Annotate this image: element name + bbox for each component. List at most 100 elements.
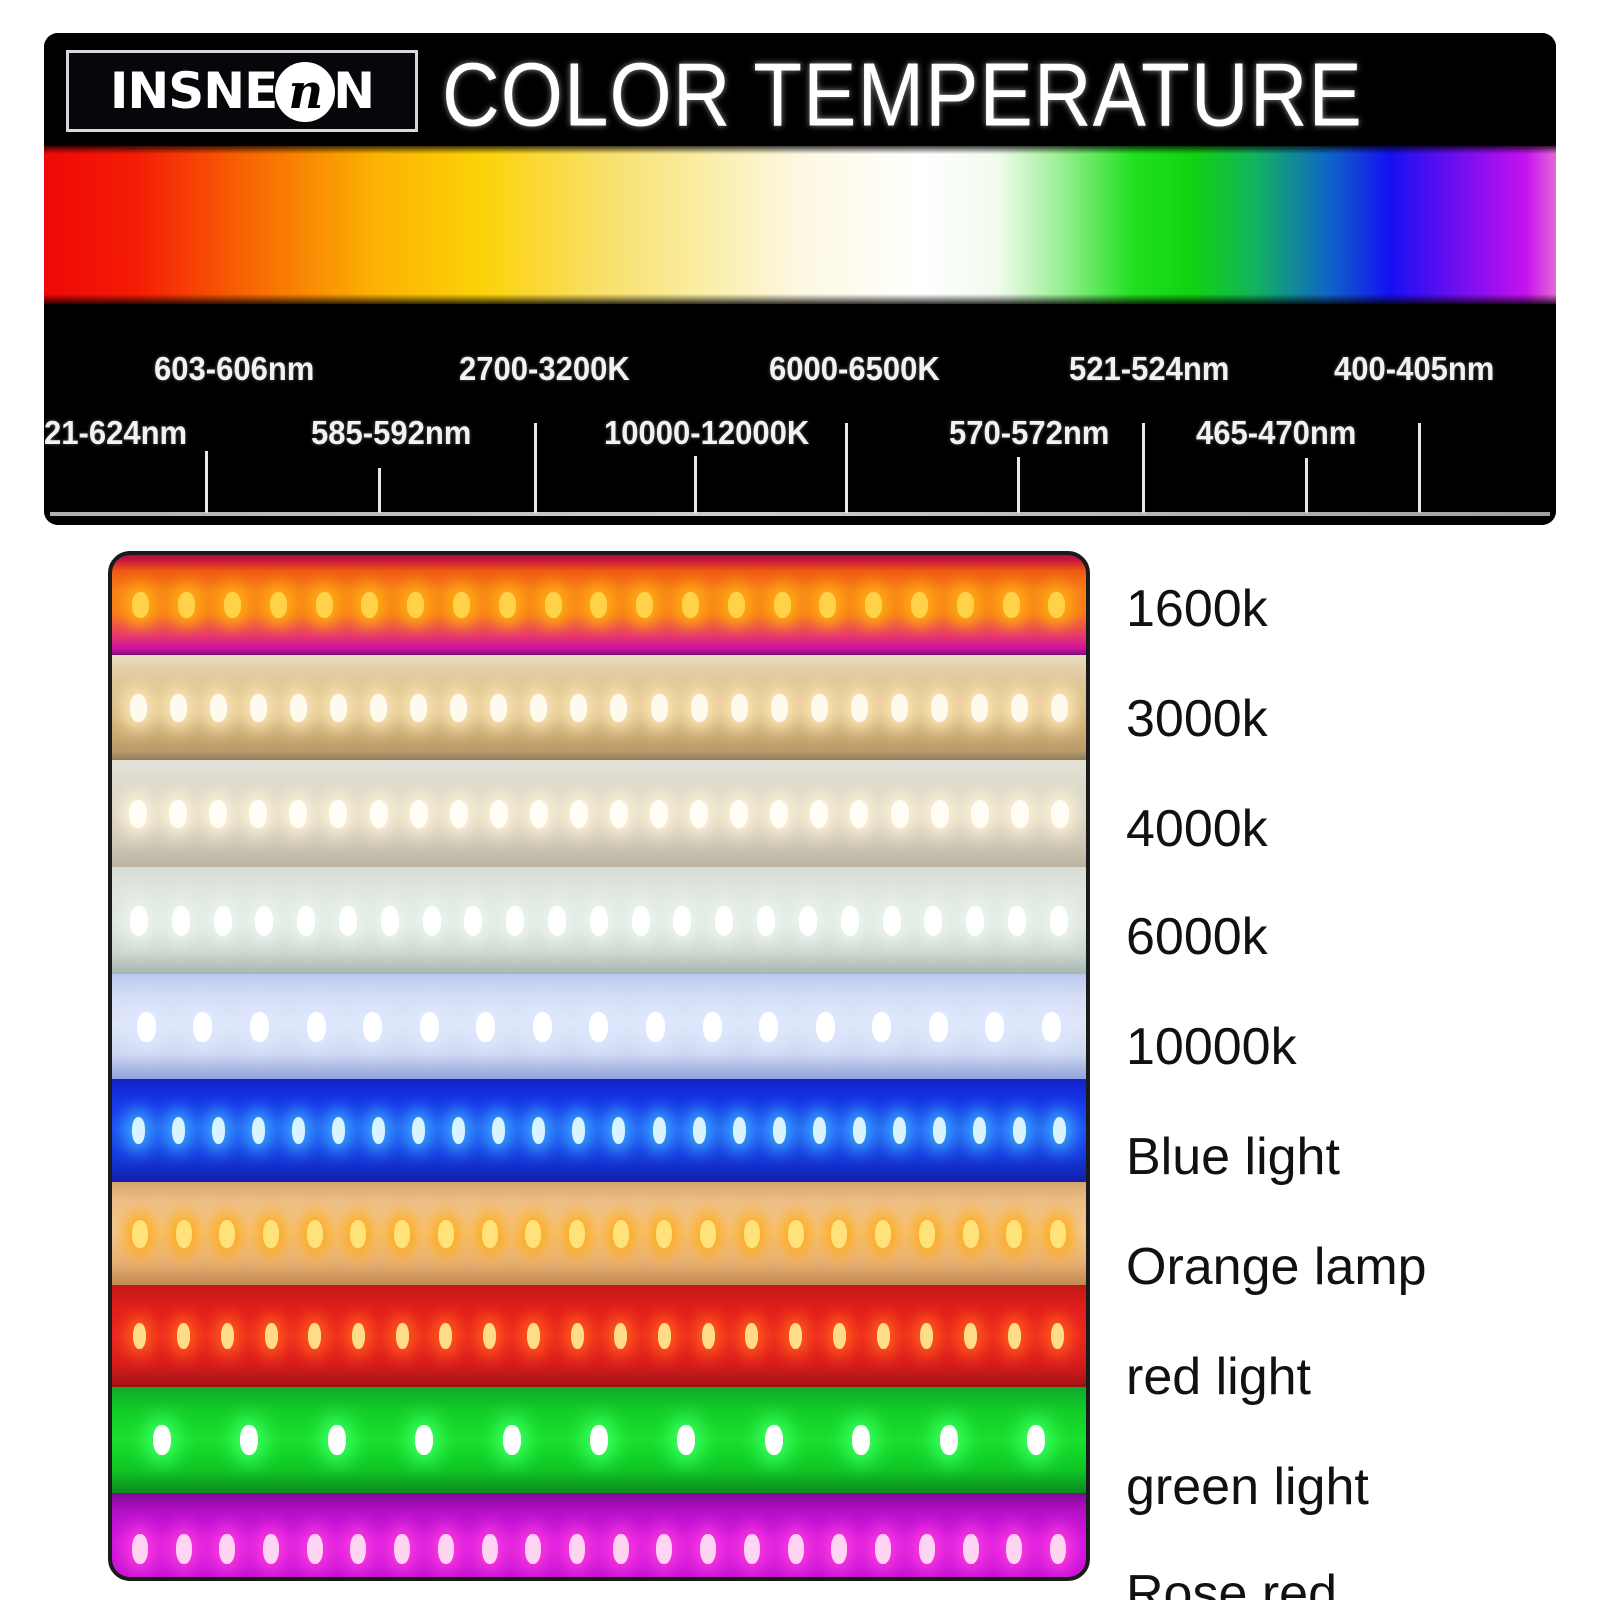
led-dot (1002, 592, 1020, 618)
led-dot (702, 1012, 722, 1042)
led-dot (875, 1534, 892, 1564)
led-dot (614, 1323, 628, 1349)
led-dot (677, 1425, 696, 1455)
led-dot (931, 694, 949, 722)
tick-mark-6 (1142, 423, 1145, 513)
led-dot (612, 1220, 629, 1248)
led-dot (249, 694, 267, 722)
led-dot (956, 592, 974, 618)
led-dot (1007, 1323, 1021, 1349)
led-dot (331, 1117, 345, 1144)
led-dot (409, 800, 428, 828)
led-dot (789, 1323, 803, 1349)
led-dot (439, 1323, 453, 1349)
led-strip-6000k (112, 867, 1086, 974)
led-dot (464, 906, 483, 936)
led-dot (489, 800, 508, 828)
led-dot (152, 1425, 171, 1455)
led-dot (589, 1425, 608, 1455)
led-dot (209, 694, 227, 722)
led-dot (449, 800, 468, 828)
led-dot (1013, 1117, 1027, 1144)
led-strip-red-light (112, 1285, 1086, 1387)
led-dot (918, 1220, 935, 1248)
led-dot (395, 1323, 409, 1349)
tick-mark-5 (1017, 457, 1020, 513)
led-dot (1011, 694, 1029, 722)
led-dot (732, 1117, 746, 1144)
led-dot (289, 800, 308, 828)
led-dot (962, 1534, 979, 1564)
led-dot (872, 1012, 892, 1042)
led-dot (570, 694, 588, 722)
led-dot (329, 800, 348, 828)
spectrum-label-top-4: 400-405nm (1334, 350, 1495, 387)
led-dot (175, 1534, 192, 1564)
led-dot-row (112, 1012, 1086, 1042)
led-dot (831, 1220, 848, 1248)
led-dot (850, 694, 868, 722)
led-dot (589, 1012, 609, 1042)
led-dot (483, 1323, 497, 1349)
led-dot-row (112, 1220, 1086, 1248)
led-dot (415, 1425, 434, 1455)
led-dot (223, 592, 241, 618)
led-temperature-labels: 1600k 3000k 4000k 6000k 10000k Blue light Oran… (1126, 551, 1566, 1600)
led-dot (840, 906, 859, 936)
led-dot (764, 1425, 783, 1455)
led-dot (437, 1534, 454, 1564)
tick-mark-3 (694, 456, 697, 513)
led-dot-row (112, 800, 1086, 828)
led-dot (773, 592, 791, 618)
led-dot (171, 906, 190, 936)
led-dot (971, 694, 989, 722)
led-strip-rose-red (112, 1493, 1086, 1577)
led-dot (819, 592, 837, 618)
led-dot (131, 1534, 148, 1564)
led-dot (297, 906, 316, 936)
led-dot (338, 906, 357, 936)
led-dot (973, 1117, 987, 1144)
spectrum-label-bottom-0: 21-624nm (44, 414, 188, 451)
led-dot (772, 1117, 786, 1144)
led-dot (893, 1117, 907, 1144)
led-dot (133, 1323, 147, 1349)
led-dot (526, 1323, 540, 1349)
led-dot (131, 1220, 148, 1248)
tick-mark-0 (205, 451, 208, 513)
led-strip-4000k (112, 760, 1086, 867)
led-dot (177, 1323, 191, 1349)
led-dot (394, 1220, 411, 1248)
led-dot (264, 1323, 278, 1349)
led-dot (812, 1117, 826, 1144)
led-dot (727, 592, 745, 618)
led-dot (363, 1012, 383, 1042)
led-dot-row (112, 1534, 1086, 1564)
led-dot (610, 694, 628, 722)
spectrum-label-bottom-4: 465-470nm (1196, 414, 1357, 451)
led-dot (636, 592, 654, 618)
led-dot (380, 906, 399, 936)
led-dot (532, 1117, 546, 1144)
led-dot (1050, 800, 1069, 828)
led-dot (1051, 694, 1069, 722)
led-dot (369, 800, 388, 828)
led-dot (985, 1012, 1005, 1042)
led-dot (891, 694, 909, 722)
led-dot (263, 1220, 280, 1248)
spectrum-label-bottom-1: 585-592nm (311, 414, 472, 451)
led-dot (269, 592, 287, 618)
led-dot (350, 1534, 367, 1564)
spectrum-label-bottom-2: 10000-12000K (604, 414, 810, 451)
led-dot (572, 1117, 586, 1144)
led-strip-green-light (112, 1387, 1086, 1493)
tick-mark-8 (1418, 423, 1421, 513)
led-label-blue-light: Blue light (1126, 1128, 1340, 1186)
led-strip-3000k (112, 655, 1086, 760)
led-dot (700, 1220, 717, 1248)
led-dot (590, 592, 608, 618)
led-dot (656, 1534, 673, 1564)
led-dot (410, 694, 428, 722)
led-dot (481, 1534, 498, 1564)
led-dot-row (112, 1117, 1086, 1144)
